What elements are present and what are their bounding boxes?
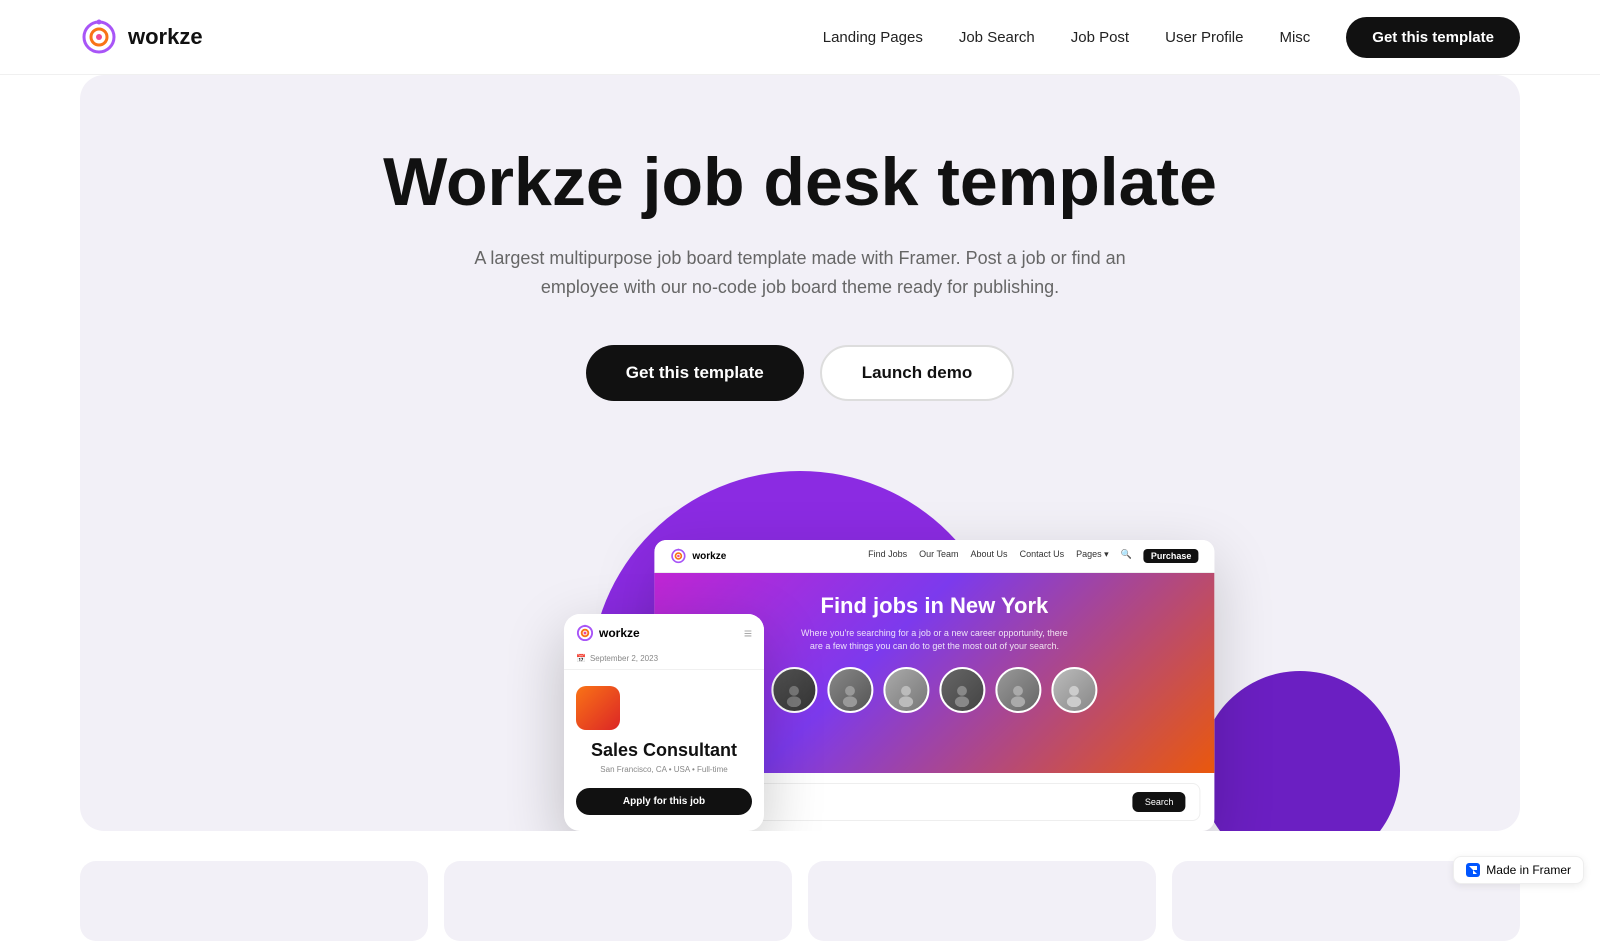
- avatar-face-5: [1006, 681, 1031, 710]
- nav-job-search[interactable]: Job Search: [959, 29, 1035, 46]
- desktop-mockup-logo-text: workze: [692, 551, 726, 562]
- desktop-nav-about-us: About Us: [971, 549, 1008, 563]
- strip-card-2: [444, 861, 792, 941]
- mobile-company-logo: [576, 686, 620, 730]
- mobile-job-content: Sales Consultant San Francisco, CA • USA…: [564, 670, 764, 831]
- desktop-mockup-logo: workze: [670, 548, 726, 564]
- desktop-nav-purchase: Purchase: [1144, 549, 1199, 563]
- navbar-cta-button[interactable]: Get this template: [1346, 17, 1520, 58]
- mobile-date: September 2, 2023: [590, 654, 658, 663]
- brand-name: workze: [128, 24, 203, 50]
- desktop-nav-pages: Pages ▾: [1076, 549, 1109, 563]
- navbar: workze Landing Pages Job Search Job Post…: [0, 0, 1600, 75]
- nav-links: Landing Pages Job Search Job Post User P…: [823, 17, 1520, 58]
- mobile-mockup-logo: workze: [576, 624, 640, 642]
- avatar-6: [1051, 667, 1097, 713]
- avatar-face-4: [950, 681, 975, 710]
- desktop-mockup-nav-links: Find Jobs Our Team About Us Contact Us P…: [868, 549, 1198, 563]
- mobile-menu-icon: ≡: [744, 625, 752, 641]
- framer-icon: [1466, 863, 1480, 877]
- logo[interactable]: workze: [80, 18, 203, 56]
- desktop-search-button[interactable]: Search: [1133, 792, 1186, 812]
- strip-card-1: [80, 861, 428, 941]
- mobile-job-meta: San Francisco, CA • USA • Full-time: [576, 765, 752, 774]
- mobile-mockup: workze ≡ 📅 September 2, 2023 Sales Consu…: [564, 614, 764, 831]
- nav-user-profile[interactable]: User Profile: [1165, 29, 1243, 46]
- calendar-icon: 📅: [576, 654, 586, 663]
- framer-badge: Made in Framer: [1453, 856, 1584, 884]
- avatar-face-1: [782, 681, 807, 710]
- nav-landing-pages[interactable]: Landing Pages: [823, 29, 923, 46]
- hero-subtitle: A largest multipurpose job board templat…: [460, 244, 1140, 302]
- hero-launch-demo-button[interactable]: Launch demo: [820, 345, 1015, 401]
- avatar-2: [827, 667, 873, 713]
- desktop-nav-search-icon: 🔍: [1121, 549, 1132, 563]
- mobile-mockup-logo-icon: [576, 624, 594, 642]
- mobile-mockup-logo-text: workze: [599, 626, 640, 640]
- mobile-job-title: Sales Consultant: [576, 740, 752, 761]
- workze-logo-icon: [80, 18, 118, 56]
- desktop-nav-our-team: Our Team: [919, 549, 958, 563]
- desktop-mockup-logo-icon: [670, 548, 686, 564]
- bottom-strip: [80, 861, 1520, 941]
- mobile-date-bar: 📅 September 2, 2023: [564, 648, 764, 670]
- desktop-hero-avatars: [771, 667, 1097, 713]
- mockup-container: workze Find Jobs Our Team About Us Conta…: [140, 461, 1460, 831]
- framer-badge-text: Made in Framer: [1486, 863, 1571, 877]
- hero-buttons: Get this template Launch demo: [140, 345, 1460, 401]
- avatar-face-6: [1062, 681, 1087, 710]
- desktop-hero-subtitle: Where you're searching for a job or a ne…: [794, 627, 1074, 652]
- avatar-1: [771, 667, 817, 713]
- avatar-face-2: [838, 681, 863, 710]
- hero-title: Workze job desk template: [140, 145, 1460, 220]
- desktop-hero-title: Find jobs in New York: [821, 593, 1049, 619]
- nav-misc[interactable]: Misc: [1279, 29, 1310, 46]
- hero-get-template-button[interactable]: Get this template: [586, 345, 804, 401]
- strip-card-3: [808, 861, 1156, 941]
- mobile-mockup-nav: workze ≡: [564, 614, 764, 648]
- nav-job-post[interactable]: Job Post: [1071, 29, 1129, 46]
- desktop-nav-find-jobs: Find Jobs: [868, 549, 907, 563]
- desktop-mockup-nav: workze Find Jobs Our Team About Us Conta…: [654, 540, 1214, 573]
- mobile-apply-button[interactable]: Apply for this job: [576, 788, 752, 815]
- desktop-nav-contact-us: Contact Us: [1020, 549, 1065, 563]
- purple-circle-right-decoration: [1200, 671, 1400, 831]
- avatar-5: [995, 667, 1041, 713]
- avatar-4: [939, 667, 985, 713]
- avatar-3: [883, 667, 929, 713]
- hero-section: Workze job desk template A largest multi…: [80, 75, 1520, 831]
- avatar-face-3: [894, 681, 919, 710]
